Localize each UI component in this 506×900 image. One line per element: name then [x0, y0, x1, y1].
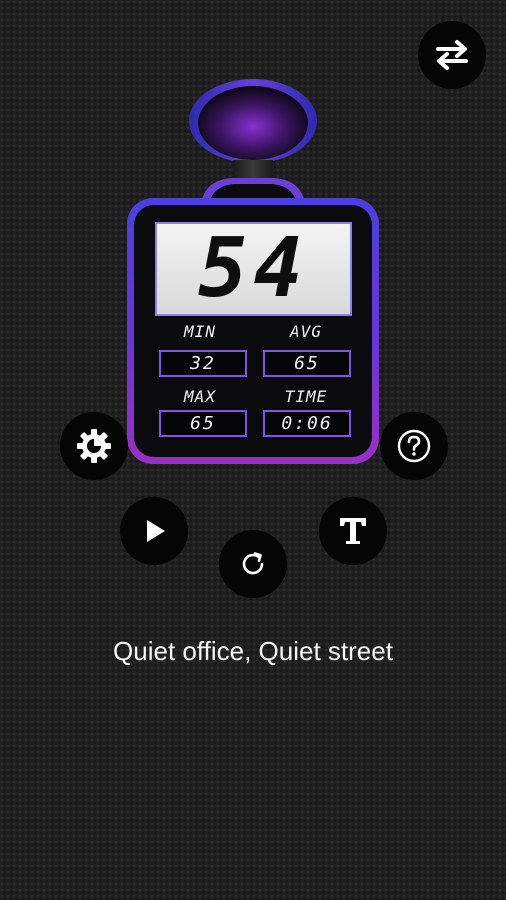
swap-arrows-icon — [436, 40, 468, 70]
settings-button[interactable] — [60, 412, 128, 480]
microphone-head-graphic — [189, 79, 317, 163]
current-decibel-value: 54 — [198, 221, 309, 316]
time-value-box: 0:06 — [263, 410, 351, 437]
noise-level-description: Quiet office, Quiet street — [113, 636, 393, 666]
avg-label: AVG — [290, 322, 322, 341]
max-value-box: 65 — [159, 410, 247, 437]
min-label: MIN — [184, 322, 216, 341]
swap-mode-button[interactable] — [418, 21, 486, 89]
play-icon — [147, 520, 165, 542]
gear-icon — [77, 429, 111, 463]
refresh-icon — [242, 552, 264, 575]
play-button[interactable] — [120, 497, 188, 565]
question-mark-icon — [397, 429, 431, 463]
decibel-display: 54 — [155, 222, 352, 316]
text-t-icon — [340, 518, 366, 544]
max-label: MAX — [184, 387, 216, 406]
text-button[interactable] — [319, 497, 387, 565]
reset-button[interactable] — [219, 530, 287, 598]
time-label: TIME — [284, 387, 328, 406]
avg-value-box: 65 — [263, 350, 351, 377]
help-button[interactable] — [380, 412, 448, 480]
min-value-box: 32 — [159, 350, 247, 377]
